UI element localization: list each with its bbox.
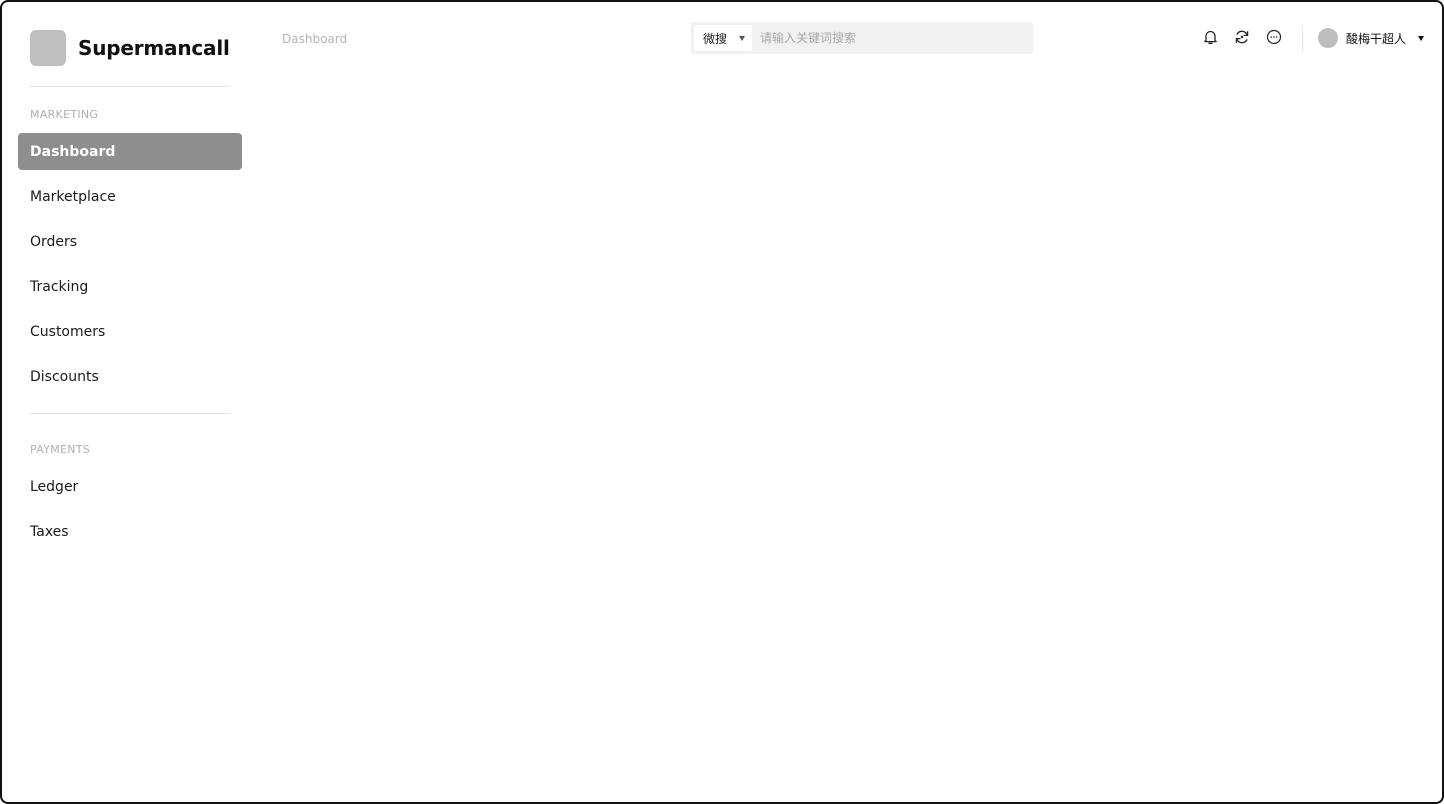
brand-name: Supermancall [78, 36, 230, 60]
refresh-icon[interactable] [1234, 29, 1250, 45]
sidebar: Supermancall MARKETING Dashboard Marketp… [2, 2, 262, 802]
header-actions [1202, 29, 1282, 45]
sidebar-item-taxes[interactable]: Taxes [18, 513, 242, 550]
search-scope-select[interactable]: 微搜 [694, 25, 752, 51]
sidebar-item-orders[interactable]: Orders [18, 223, 242, 260]
sidebar-divider [30, 86, 230, 87]
sidebar-item-label: Discounts [30, 368, 99, 385]
avatar [1318, 28, 1338, 48]
section-title-payments: PAYMENTS [30, 443, 91, 456]
more-icon[interactable] [1266, 29, 1282, 45]
sidebar-item-marketplace[interactable]: Marketplace [18, 178, 242, 215]
search-input[interactable] [752, 25, 1030, 51]
caret-down-icon [1418, 35, 1425, 41]
user-menu[interactable]: 酸梅干超人 [1318, 28, 1425, 48]
chevron-down-icon [739, 36, 745, 41]
user-name: 酸梅干超人 [1346, 31, 1407, 46]
sidebar-item-discounts[interactable]: Discounts [18, 358, 242, 395]
sidebar-item-customers[interactable]: Customers [18, 313, 242, 350]
header-divider [1302, 26, 1303, 52]
sidebar-item-label: Tracking [30, 278, 89, 295]
app-window: Supermancall MARKETING Dashboard Marketp… [0, 0, 1444, 804]
search-bar: 微搜 [691, 22, 1033, 54]
sidebar-divider [30, 413, 230, 414]
sidebar-item-label: Taxes [30, 523, 69, 540]
sidebar-item-label: Orders [30, 233, 78, 250]
breadcrumb[interactable]: Dashboard [282, 32, 347, 46]
sidebar-item-dashboard[interactable]: Dashboard [18, 133, 242, 170]
sidebar-item-label: Customers [30, 323, 106, 340]
brand-logo [30, 30, 66, 66]
sidebar-item-label: Dashboard [30, 143, 116, 160]
sidebar-item-tracking[interactable]: Tracking [18, 268, 242, 305]
bell-icon[interactable] [1202, 29, 1218, 45]
main-content [262, 72, 1442, 802]
sidebar-item-ledger[interactable]: Ledger [18, 468, 242, 505]
search-scope-label: 微搜 [703, 31, 728, 46]
brand[interactable]: Supermancall [30, 30, 230, 66]
sidebar-item-label: Ledger [30, 478, 79, 495]
section-title-marketing: MARKETING [30, 108, 99, 121]
sidebar-item-label: Marketplace [30, 188, 116, 205]
